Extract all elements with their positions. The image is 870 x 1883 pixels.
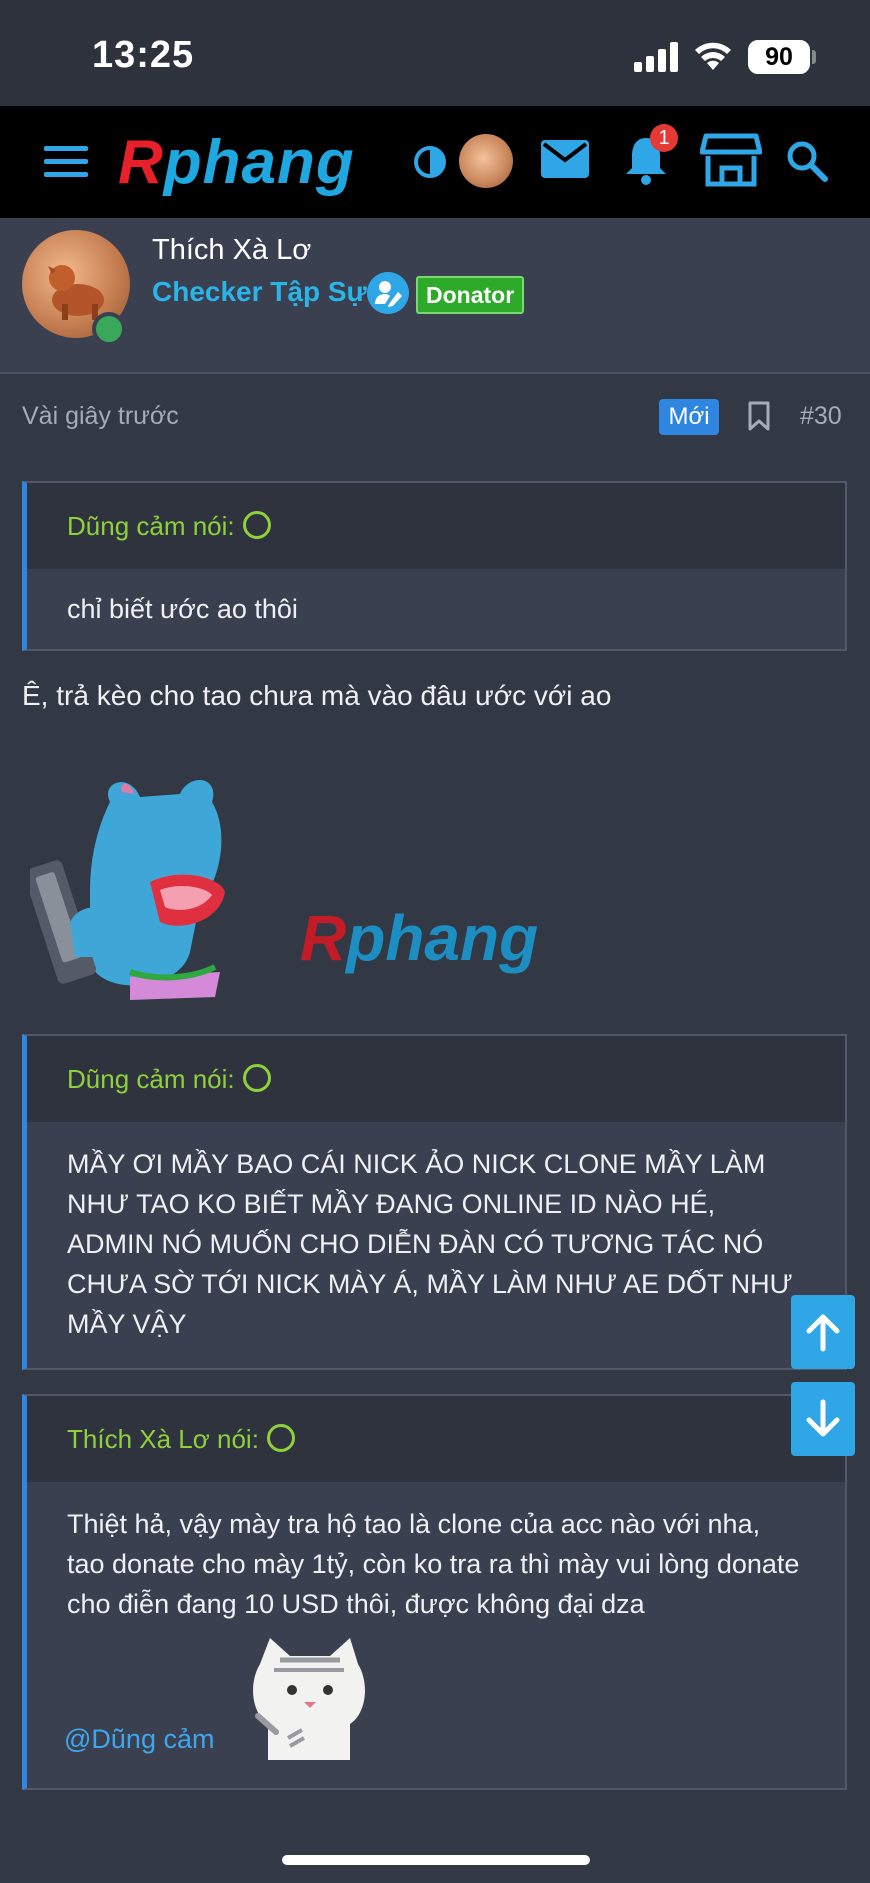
menu-icon[interactable] (44, 146, 88, 178)
logo-rest: phang (163, 128, 355, 197)
post-body-text: Ê, trả kèo cho tao chưa mà vào đâu ước v… (22, 680, 612, 711)
status-time: 13:25 (92, 34, 195, 76)
author-name[interactable]: Thích Xà Lơ (152, 234, 311, 267)
search-icon[interactable] (786, 140, 828, 182)
angry-cat-sticker (30, 780, 225, 1000)
sticker-watermark: Rphang (300, 898, 538, 978)
wifi-icon (695, 42, 731, 70)
post-number[interactable]: #30 (800, 402, 842, 431)
online-status-icon (92, 312, 126, 346)
scroll-to-top-button[interactable] (791, 1295, 855, 1369)
jump-to-quote-icon[interactable] (266, 1424, 295, 1453)
quote-text: Thiệt hả, vậy mày tra hộ tao là clone củ… (67, 1509, 800, 1619)
status-bar: 13:25 90 (0, 0, 870, 106)
arrow-up-icon (806, 1314, 840, 1352)
quote-header[interactable]: Thích Xà Lơ nói: (27, 1396, 845, 1482)
watermark-first-letter: R (300, 902, 347, 974)
battery-icon: 90 (748, 40, 810, 74)
jump-to-quote-icon[interactable] (242, 511, 271, 540)
author-rank: Checker Tập Sự (152, 276, 367, 307)
cat-sticker (253, 1638, 365, 1760)
logo-first-letter: R (118, 128, 164, 197)
jump-to-quote-icon[interactable] (242, 1064, 271, 1093)
quote-author: Thích Xà Lơ nói: (67, 1424, 259, 1454)
notification-count-badge: 1 (650, 124, 678, 152)
quote-author: Dũng cảm nói: (67, 511, 235, 541)
watermark-rest: phang (346, 902, 539, 974)
quote-header[interactable]: Dũng cảm nói: (27, 1036, 845, 1122)
home-indicator[interactable] (282, 1855, 590, 1865)
quote-text: chỉ biết ước ao thôi (67, 594, 298, 624)
scroll-to-bottom-button[interactable] (791, 1382, 855, 1456)
battery-level: 90 (765, 43, 793, 71)
quote-header[interactable]: Dũng cảm nói: (27, 483, 845, 569)
bookmark-icon[interactable] (748, 401, 770, 431)
quote-block: Dũng cảm nói: chỉ biết ước ao thôi (22, 481, 847, 651)
arrow-down-icon (806, 1399, 840, 1437)
new-post-badge: Mới (659, 399, 719, 435)
quote-block: Thích Xà Lơ nói: Thiệt hả, vậy mày tra h… (22, 1394, 847, 1790)
quote-author: Dũng cảm nói: (67, 1064, 235, 1094)
battery-tip (812, 50, 816, 64)
mail-icon[interactable] (541, 140, 589, 178)
store-icon[interactable] (700, 132, 762, 188)
quote-text: MẦY ƠI MẦY BAO CÁI NICK ẢO NICK CLONE MẦ… (67, 1149, 793, 1339)
post-timestamp[interactable]: Vài giây trước (22, 402, 179, 431)
user-avatar[interactable] (459, 134, 513, 188)
site-logo[interactable]: Rphang (118, 128, 355, 198)
user-mention-link[interactable]: @Dũng cảm (64, 1724, 214, 1755)
verified-user-icon (367, 272, 409, 314)
quote-block: Dũng cảm nói: MẦY ƠI MẦY BAO CÁI NICK ẢO… (22, 1034, 847, 1370)
theme-toggle-icon[interactable] (413, 145, 447, 179)
cellular-signal-icon (634, 42, 678, 72)
donator-badge: Donator (416, 276, 525, 314)
